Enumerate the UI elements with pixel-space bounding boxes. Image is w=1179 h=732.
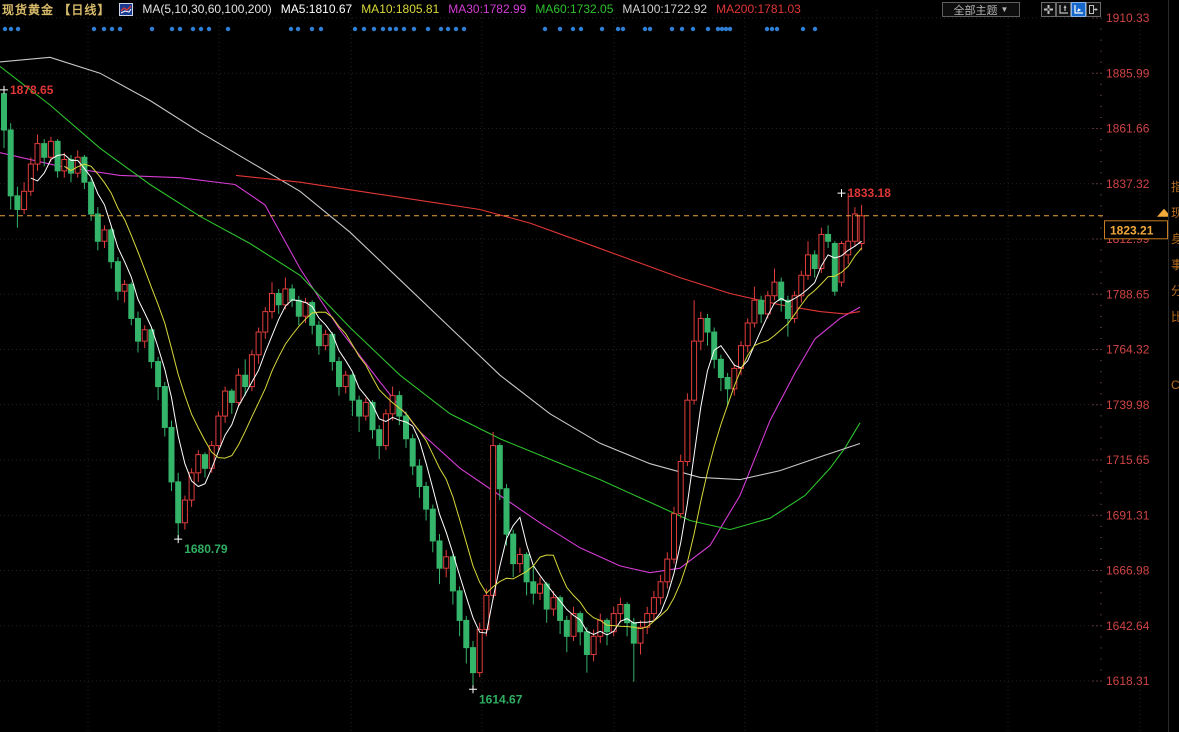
side-strip-char: 现: [1171, 207, 1179, 219]
svg-text:1788.65: 1788.65: [1106, 287, 1150, 301]
svg-text:1680.79: 1680.79: [184, 542, 228, 556]
svg-text:1823.21: 1823.21: [1110, 223, 1154, 237]
legend-ma30: MA30:1782.99: [448, 2, 526, 16]
svg-text:1618.31: 1618.31: [1106, 674, 1150, 688]
legend-ma10: MA10:1805.81: [361, 2, 439, 16]
legend-ma200: MA200:1781.03: [716, 2, 801, 16]
move-chart-icon[interactable]: [1041, 2, 1056, 17]
side-strip-char: 分: [1171, 285, 1179, 297]
axis-left-icon[interactable]: [1056, 2, 1071, 17]
all-themes-label: 全部主题: [954, 2, 998, 18]
svg-text:1837.32: 1837.32: [1106, 177, 1150, 191]
svg-text:1666.98: 1666.98: [1106, 564, 1150, 578]
svg-text:1614.67: 1614.67: [479, 692, 523, 706]
side-panel-collapsed[interactable]: 指现身事分比 C: [1168, 0, 1179, 732]
svg-text:1833.18: 1833.18: [848, 186, 892, 200]
legend-ma60: MA60:1732.05: [535, 2, 613, 16]
svg-text:1910.33: 1910.33: [1106, 11, 1150, 25]
legend-ma5: MA5:1810.67: [281, 2, 352, 16]
svg-text:1764.32: 1764.32: [1106, 343, 1150, 357]
side-strip-char: 指: [1171, 181, 1179, 193]
svg-text:1715.65: 1715.65: [1106, 453, 1150, 467]
svg-text:1739.98: 1739.98: [1106, 398, 1150, 412]
side-strip-char: 事: [1171, 259, 1179, 271]
panel-collapse-icon[interactable]: [1086, 2, 1101, 17]
side-strip-char: C: [1171, 379, 1179, 391]
axis-right-icon[interactable]: [1071, 2, 1086, 17]
kline-logo-icon: [119, 3, 133, 16]
svg-text:1885.99: 1885.99: [1106, 66, 1150, 80]
svg-text:1861.66: 1861.66: [1106, 122, 1150, 136]
chevron-down-icon: ▼: [1001, 5, 1009, 14]
indicator-params: MA(5,10,30,60,100,200): [142, 2, 271, 16]
chart-header: 现货黄金 【日线】 MA(5,10,30,60,100,200) MA5:181…: [2, 1, 801, 17]
trading-app: 1910.331885.991861.661837.321812.991788.…: [0, 0, 1179, 732]
all-themes-dropdown[interactable]: 全部主题 ▼: [942, 2, 1020, 17]
svg-text:1878.65: 1878.65: [10, 83, 54, 97]
svg-text:1691.31: 1691.31: [1106, 508, 1150, 522]
symbol-title: 现货黄金 【日线】: [2, 1, 110, 18]
candlestick-chart[interactable]: 1910.331885.991861.661837.321812.991788.…: [0, 0, 1179, 732]
side-strip-char: 身: [1171, 233, 1179, 245]
side-strip-char: 比: [1171, 311, 1179, 323]
legend-ma100: MA100:1722.92: [622, 2, 707, 16]
svg-text:1642.64: 1642.64: [1106, 619, 1150, 633]
